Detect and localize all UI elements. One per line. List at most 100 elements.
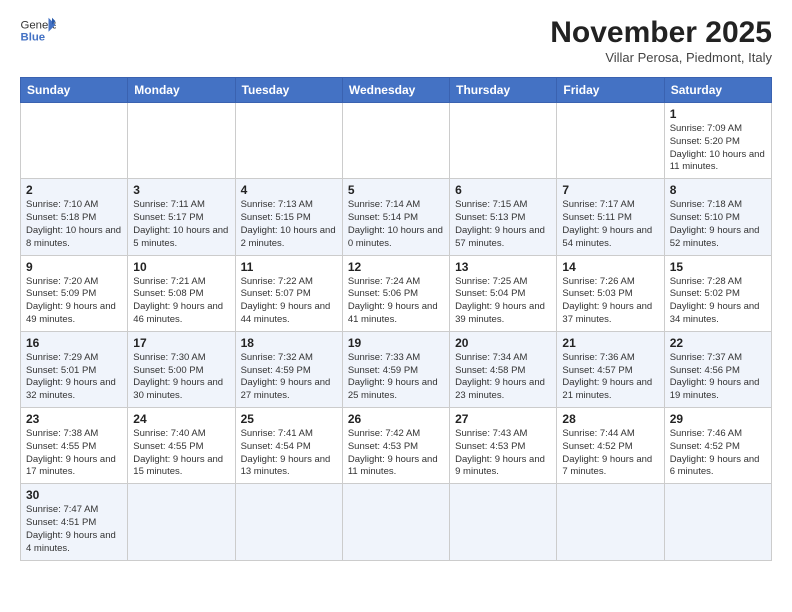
day-number: 2 bbox=[26, 183, 122, 197]
calendar-cell: 8Sunrise: 7:18 AM Sunset: 5:10 PM Daylig… bbox=[664, 179, 771, 255]
calendar-week-row: 30Sunrise: 7:47 AM Sunset: 4:51 PM Dayli… bbox=[21, 484, 772, 560]
day-number: 5 bbox=[348, 183, 444, 197]
calendar-cell: 3 Sunrise: 7:11 AM Sunset: 5:17 PM Daylig… bbox=[128, 179, 235, 255]
calendar-cell bbox=[342, 484, 449, 560]
page: General Blue November 2025 Villar Perosa… bbox=[0, 0, 792, 571]
calendar-day-header: Saturday bbox=[664, 78, 771, 103]
calendar-week-row: 1Sunrise: 7:09 AM Sunset: 5:20 PM Daylig… bbox=[21, 103, 772, 179]
day-number: 24 bbox=[133, 412, 229, 426]
calendar-week-row: 16 Sunrise: 7:29 AM Sunset: 5:01 PM Dayli… bbox=[21, 331, 772, 407]
calendar-cell bbox=[664, 484, 771, 560]
day-info: Sunrise: 7:21 AM Sunset: 5:08 PM Dayligh… bbox=[133, 276, 229, 327]
day-info: Sunrise: 7:24 AM Sunset: 5:06 PM Dayligh… bbox=[348, 276, 444, 327]
day-number: 15 bbox=[670, 260, 766, 274]
title-block: November 2025 Villar Perosa, Piedmont, I… bbox=[550, 16, 772, 65]
svg-text:Blue: Blue bbox=[21, 32, 46, 44]
day-number: 26 bbox=[348, 412, 444, 426]
calendar-cell: 12 Sunrise: 7:24 AM Sunset: 5:06 PM Dayli… bbox=[342, 255, 449, 331]
day-number: 14 bbox=[562, 260, 658, 274]
day-info: Sunrise: 7:37 AM Sunset: 4:56 PM Dayligh… bbox=[670, 352, 766, 403]
day-number: 27 bbox=[455, 412, 551, 426]
calendar-cell: 26Sunrise: 7:42 AM Sunset: 4:53 PM Dayli… bbox=[342, 408, 449, 484]
day-info: Sunrise: 7:15 AM Sunset: 5:13 PM Dayligh… bbox=[455, 199, 551, 250]
calendar-cell: 4 Sunrise: 7:13 AM Sunset: 5:15 PM Daylig… bbox=[235, 179, 342, 255]
day-info: Sunrise: 7:33 AM Sunset: 4:59 PM Dayligh… bbox=[348, 352, 444, 403]
calendar-day-header: Thursday bbox=[450, 78, 557, 103]
header: General Blue November 2025 Villar Perosa… bbox=[20, 16, 772, 65]
day-info: Sunrise: 7:22 AM Sunset: 5:07 PM Dayligh… bbox=[241, 276, 337, 327]
day-info: Sunrise: 7:25 AM Sunset: 5:04 PM Dayligh… bbox=[455, 276, 551, 327]
day-number: 30 bbox=[26, 488, 122, 502]
calendar-cell: 14 Sunrise: 7:26 AM Sunset: 5:03 PM Dayli… bbox=[557, 255, 664, 331]
calendar-cell: 23 Sunrise: 7:38 AM Sunset: 4:55 PM Dayli… bbox=[21, 408, 128, 484]
day-number: 4 bbox=[241, 183, 337, 197]
day-number: 28 bbox=[562, 412, 658, 426]
calendar-day-header: Tuesday bbox=[235, 78, 342, 103]
day-info: Sunrise: 7:29 AM Sunset: 5:01 PM Dayligh… bbox=[26, 352, 122, 403]
day-info: Sunrise: 7:09 AM Sunset: 5:20 PM Dayligh… bbox=[670, 123, 766, 174]
calendar-cell: 25Sunrise: 7:41 AM Sunset: 4:54 PM Dayli… bbox=[235, 408, 342, 484]
day-info: Sunrise: 7:26 AM Sunset: 5:03 PM Dayligh… bbox=[562, 276, 658, 327]
calendar-cell: 15 Sunrise: 7:28 AM Sunset: 5:02 PM Dayli… bbox=[664, 255, 771, 331]
calendar-cell bbox=[450, 103, 557, 179]
day-number: 20 bbox=[455, 336, 551, 350]
day-info: Sunrise: 7:34 AM Sunset: 4:58 PM Dayligh… bbox=[455, 352, 551, 403]
calendar-cell: 10 Sunrise: 7:21 AM Sunset: 5:08 PM Dayli… bbox=[128, 255, 235, 331]
day-info: Sunrise: 7:38 AM Sunset: 4:55 PM Dayligh… bbox=[26, 428, 122, 479]
calendar-header-row: SundayMondayTuesdayWednesdayThursdayFrid… bbox=[21, 78, 772, 103]
day-number: 12 bbox=[348, 260, 444, 274]
calendar-cell: 19 Sunrise: 7:33 AM Sunset: 4:59 PM Dayli… bbox=[342, 331, 449, 407]
calendar-week-row: 9Sunrise: 7:20 AM Sunset: 5:09 PM Daylig… bbox=[21, 255, 772, 331]
day-number: 10 bbox=[133, 260, 229, 274]
day-info: Sunrise: 7:30 AM Sunset: 5:00 PM Dayligh… bbox=[133, 352, 229, 403]
day-number: 25 bbox=[241, 412, 337, 426]
day-number: 19 bbox=[348, 336, 444, 350]
calendar-cell bbox=[557, 484, 664, 560]
calendar-cell: 20 Sunrise: 7:34 AM Sunset: 4:58 PM Dayli… bbox=[450, 331, 557, 407]
day-number: 23 bbox=[26, 412, 122, 426]
calendar-day-header: Sunday bbox=[21, 78, 128, 103]
day-info: Sunrise: 7:13 AM Sunset: 5:15 PM Dayligh… bbox=[241, 199, 337, 250]
day-number: 29 bbox=[670, 412, 766, 426]
day-info: Sunrise: 7:11 AM Sunset: 5:17 PM Dayligh… bbox=[133, 199, 229, 250]
calendar-cell bbox=[235, 484, 342, 560]
calendar-cell: 22Sunrise: 7:37 AM Sunset: 4:56 PM Dayli… bbox=[664, 331, 771, 407]
calendar-cell bbox=[235, 103, 342, 179]
day-info: Sunrise: 7:36 AM Sunset: 4:57 PM Dayligh… bbox=[562, 352, 658, 403]
calendar-cell: 9Sunrise: 7:20 AM Sunset: 5:09 PM Daylig… bbox=[21, 255, 128, 331]
day-number: 9 bbox=[26, 260, 122, 274]
calendar-cell bbox=[128, 484, 235, 560]
day-info: Sunrise: 7:43 AM Sunset: 4:53 PM Dayligh… bbox=[455, 428, 551, 479]
calendar-cell: 16 Sunrise: 7:29 AM Sunset: 5:01 PM Dayli… bbox=[21, 331, 128, 407]
day-info: Sunrise: 7:46 AM Sunset: 4:52 PM Dayligh… bbox=[670, 428, 766, 479]
day-info: Sunrise: 7:10 AM Sunset: 5:18 PM Dayligh… bbox=[26, 199, 122, 250]
calendar-cell bbox=[557, 103, 664, 179]
calendar-cell bbox=[450, 484, 557, 560]
day-info: Sunrise: 7:28 AM Sunset: 5:02 PM Dayligh… bbox=[670, 276, 766, 327]
calendar-cell: 30Sunrise: 7:47 AM Sunset: 4:51 PM Dayli… bbox=[21, 484, 128, 560]
calendar-cell: 1Sunrise: 7:09 AM Sunset: 5:20 PM Daylig… bbox=[664, 103, 771, 179]
day-info: Sunrise: 7:14 AM Sunset: 5:14 PM Dayligh… bbox=[348, 199, 444, 250]
day-info: Sunrise: 7:17 AM Sunset: 5:11 PM Dayligh… bbox=[562, 199, 658, 250]
calendar-day-header: Wednesday bbox=[342, 78, 449, 103]
calendar-cell bbox=[21, 103, 128, 179]
day-number: 16 bbox=[26, 336, 122, 350]
calendar-cell: 13 Sunrise: 7:25 AM Sunset: 5:04 PM Dayli… bbox=[450, 255, 557, 331]
day-info: Sunrise: 7:32 AM Sunset: 4:59 PM Dayligh… bbox=[241, 352, 337, 403]
day-number: 7 bbox=[562, 183, 658, 197]
calendar-cell: 7 Sunrise: 7:17 AM Sunset: 5:11 PM Daylig… bbox=[557, 179, 664, 255]
calendar-week-row: 23 Sunrise: 7:38 AM Sunset: 4:55 PM Dayli… bbox=[21, 408, 772, 484]
day-number: 11 bbox=[241, 260, 337, 274]
calendar-cell: 5 Sunrise: 7:14 AM Sunset: 5:14 PM Daylig… bbox=[342, 179, 449, 255]
location: Villar Perosa, Piedmont, Italy bbox=[550, 50, 772, 65]
calendar-cell: 18Sunrise: 7:32 AM Sunset: 4:59 PM Dayli… bbox=[235, 331, 342, 407]
calendar-table: SundayMondayTuesdayWednesdayThursdayFrid… bbox=[20, 77, 772, 561]
calendar-cell: 17 Sunrise: 7:30 AM Sunset: 5:00 PM Dayli… bbox=[128, 331, 235, 407]
day-info: Sunrise: 7:44 AM Sunset: 4:52 PM Dayligh… bbox=[562, 428, 658, 479]
day-number: 13 bbox=[455, 260, 551, 274]
generalblue-logo-icon: General Blue bbox=[20, 16, 56, 44]
day-number: 17 bbox=[133, 336, 229, 350]
calendar-cell: 24Sunrise: 7:40 AM Sunset: 4:55 PM Dayli… bbox=[128, 408, 235, 484]
day-number: 3 bbox=[133, 183, 229, 197]
calendar-cell: 21Sunrise: 7:36 AM Sunset: 4:57 PM Dayli… bbox=[557, 331, 664, 407]
